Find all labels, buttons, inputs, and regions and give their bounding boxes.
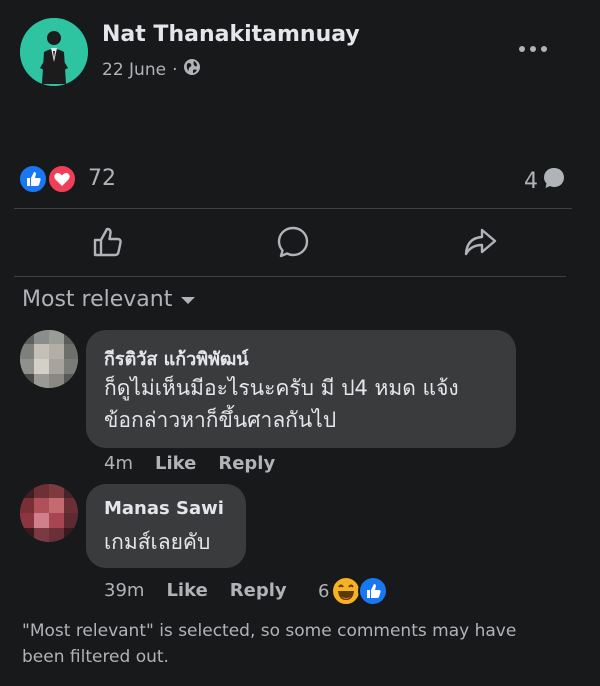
comment-text-line-2: ข้อกล่าวหาก็ขึ้นศาลกันไป	[104, 408, 337, 432]
post-date[interactable]: 22 June	[102, 60, 166, 80]
comment-actions: 39m Like Reply	[104, 580, 309, 601]
comment-reactions[interactable]: 6	[318, 576, 391, 606]
like-icon	[93, 227, 122, 257]
comment-reaction-count: 6	[318, 580, 330, 602]
post-author-name[interactable]: Nat Thanakitamnuay	[102, 22, 360, 47]
share-icon	[464, 228, 497, 256]
comment-timestamp[interactable]: 39m	[104, 580, 144, 601]
comment-button[interactable]	[273, 222, 313, 262]
comment-like-button[interactable]: Like	[155, 453, 196, 474]
comment-like-button[interactable]: Like	[166, 580, 207, 601]
post-meta: 22 June ·	[102, 58, 201, 81]
meta-separator: ·	[172, 59, 178, 80]
commenter-name[interactable]: กีรติวัส แก้วพิพัฒน์	[104, 344, 249, 373]
comment-icon	[277, 226, 309, 258]
comment-text-line-1: ก็ดูไม่เห็นมีอะไรนะครับ มี ป4 หมด แจ้ง	[104, 376, 459, 400]
globe-icon	[183, 58, 201, 81]
comment-bubble-icon	[542, 166, 566, 196]
commenter-name[interactable]: Manas Sawi	[104, 498, 224, 519]
filter-label: Most relevant	[22, 287, 173, 312]
commenter-avatar[interactable]	[20, 484, 78, 542]
divider-bottom	[14, 276, 566, 277]
reaction-count[interactable]: 72	[88, 166, 116, 191]
commenter-avatar[interactable]	[20, 330, 78, 388]
comment-reply-button[interactable]: Reply	[230, 580, 287, 601]
comment-filter-dropdown[interactable]: Most relevant	[22, 287, 196, 312]
comments-count-value: 4	[524, 168, 538, 194]
comment-actions: 4m Like Reply	[104, 453, 297, 474]
share-button[interactable]	[460, 222, 500, 262]
comment-reply-button[interactable]: Reply	[218, 453, 275, 474]
comments-count[interactable]: 4	[524, 166, 566, 196]
reaction-icons[interactable]	[18, 164, 82, 194]
author-avatar[interactable]	[20, 18, 88, 86]
caret-down-icon	[180, 287, 196, 312]
comment-text-line-1: เกมส์เลยคับ	[104, 530, 211, 554]
comment-bubble: Manas Sawi เกมส์เลยคับ	[86, 484, 246, 568]
more-horizontal-icon	[519, 46, 547, 52]
filter-notice: "Most relevant" is selected, so some com…	[22, 621, 517, 667]
like-button[interactable]	[88, 222, 128, 262]
comment-timestamp[interactable]: 4m	[104, 453, 133, 474]
more-options-button[interactable]	[518, 36, 548, 56]
divider-top	[14, 208, 572, 209]
comment-reaction-icons	[331, 576, 389, 606]
comment-bubble: กีรติวัส แก้วพิพัฒน์ ก็ดูไม่เห็นมีอะไรนะ…	[86, 330, 516, 448]
